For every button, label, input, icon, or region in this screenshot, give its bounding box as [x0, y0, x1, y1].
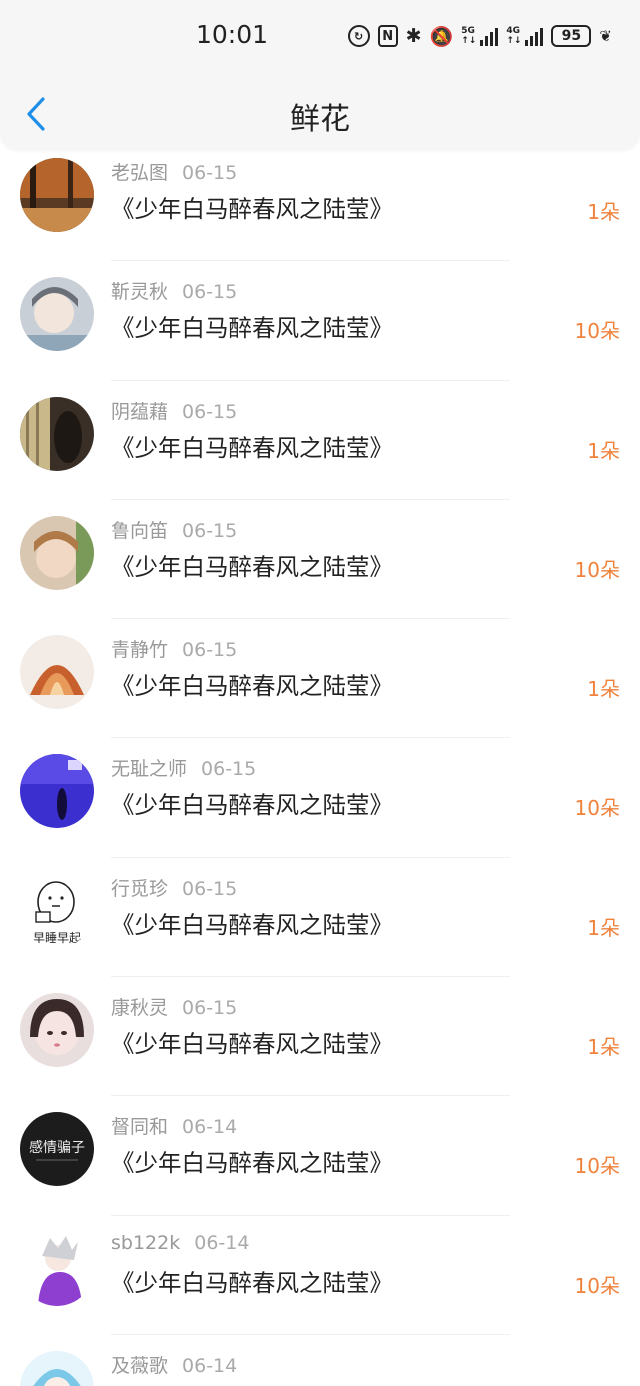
user-name[interactable]: 及薇歌	[111, 1355, 168, 1377]
date: 06-15	[182, 877, 238, 900]
user-name[interactable]: 行觅珍	[111, 878, 168, 900]
status-icons: ↻ N ✱ 🔕 5G ↑↓ 4G ↑↓ 95 ❦	[347, 22, 612, 50]
avatar[interactable]	[20, 277, 94, 352]
bluetooth-icon: ✱	[405, 25, 422, 47]
avatar[interactable]	[20, 993, 94, 1068]
flower-count: 1朵	[587, 915, 620, 940]
flower-count: 1朵	[587, 438, 620, 463]
user-name[interactable]: 靳灵秋	[111, 281, 168, 303]
flower-count: 10朵	[574, 1154, 620, 1179]
avatar[interactable]	[20, 635, 94, 710]
book-title[interactable]: 《少年白马醉春风之陆莹》	[111, 906, 393, 940]
network-4g-label: 4G ↑↓	[506, 26, 522, 46]
book-title[interactable]: 《少年白马醉春风之陆莹》	[111, 1264, 393, 1298]
book-title[interactable]: 《少年白马醉春风之陆莹》	[111, 190, 393, 224]
list-item[interactable]: 阴蕴藉 06-15 《少年白马醉春风之陆莹》 1朵	[0, 381, 640, 500]
avatar[interactable]	[20, 396, 94, 471]
avatar[interactable]	[20, 754, 94, 829]
date: 06-14	[182, 1116, 238, 1139]
date: 06-15	[182, 519, 238, 542]
date: 06-15	[182, 997, 238, 1020]
avatar[interactable]	[20, 1231, 94, 1306]
user-name[interactable]: sb122k	[111, 1232, 180, 1254]
avatar-caption: 感情骗子	[29, 1139, 85, 1156]
list-item[interactable]: sb122k 06-14 《少年白马醉春风之陆莹》 10朵	[0, 1216, 640, 1335]
avatar[interactable]	[20, 515, 94, 590]
avatar[interactable]	[20, 158, 94, 232]
list-item[interactable]: 感情骗子 督同和 06-14 《少年白马醉春风之陆莹》 10朵	[0, 1096, 640, 1216]
signal-4g-icon	[525, 26, 544, 46]
flower-count: 10朵	[574, 319, 620, 344]
battery-icon: 95	[551, 25, 592, 47]
list-item[interactable]: 鲁向笛 06-15 《少年白马醉春风之陆莹》 10朵	[0, 500, 640, 620]
user-name[interactable]: 无耻之师	[111, 758, 187, 780]
flower-list: 老弘图 06-15 《少年白马醉春风之陆莹》 1朵 靳灵秋 06-15 《少年白马醉…	[0, 150, 640, 1386]
user-name[interactable]: 阴蕴藉	[111, 401, 168, 423]
book-title[interactable]: 《少年白马醉春风之陆莹》	[111, 1025, 393, 1059]
user-name[interactable]: 青静竹	[111, 639, 168, 661]
list-item[interactable]: 青静竹 06-15 《少年白马醉春风之陆莹》 1朵	[0, 619, 640, 739]
user-name[interactable]: 鲁向笛	[111, 520, 168, 542]
book-title[interactable]: 《少年白马醉春风之陆莹》	[111, 429, 393, 463]
date: 06-14	[194, 1231, 250, 1254]
book-title[interactable]: 《少年白马醉春风之陆莹》	[111, 667, 393, 701]
list-item[interactable]: 老弘图 06-15 《少年白马醉春风之陆莹》 1朵	[0, 142, 640, 262]
date: 06-14	[182, 1354, 238, 1377]
avatar[interactable]	[20, 1350, 94, 1386]
flower-count: 1朵	[587, 677, 620, 702]
flower-count: 1朵	[587, 1035, 620, 1060]
list-item[interactable]: 无耻之师 06-15 《少年白马醉春风之陆莹》 10朵	[0, 738, 640, 858]
flower-count: 1朵	[587, 200, 620, 224]
network-5g-label: 5G ↑↓	[461, 26, 477, 46]
hd-call-icon: ↻	[347, 25, 370, 47]
user-name[interactable]: 康秋灵	[111, 997, 168, 1019]
page-title: 鲜花	[290, 102, 350, 137]
signal-5g-icon	[480, 26, 499, 46]
avatar[interactable]: 早睡早起	[20, 873, 94, 948]
book-title[interactable]: 《少年白马醉春风之陆莹》	[111, 1144, 393, 1178]
list-item[interactable]: 及薇歌 06-14	[0, 1335, 640, 1386]
date: 06-15	[182, 281, 238, 304]
date: 06-15	[182, 639, 238, 662]
mute-icon: 🔕	[429, 25, 454, 48]
list-item[interactable]: 靳灵秋 06-15 《少年白马醉春风之陆莹》 10朵	[0, 261, 640, 381]
leaf-icon: ❦	[599, 27, 612, 45]
list-item[interactable]: 康秋灵 06-15 《少年白马醉春风之陆莹》 1朵	[0, 977, 640, 1097]
flower-count: 10朵	[574, 796, 620, 821]
user-name[interactable]: 督同和	[111, 1116, 168, 1138]
book-title[interactable]: 《少年白马醉春风之陆莹》	[111, 309, 393, 343]
flower-count: 10朵	[574, 1273, 620, 1298]
flower-count: 10朵	[574, 557, 620, 582]
nfc-icon: N	[377, 25, 398, 47]
date: 06-15	[201, 758, 257, 781]
list-item[interactable]: 早睡早起 行觅珍 06-15 《少年白马醉春风之陆莹》 1朵	[0, 858, 640, 978]
avatar[interactable]: 感情骗子	[20, 1112, 94, 1187]
avatar-caption: 早睡早起	[33, 931, 81, 945]
user-name[interactable]: 老弘图	[111, 162, 168, 184]
book-title[interactable]: 《少年白马醉春风之陆莹》	[111, 548, 393, 582]
date: 06-15	[182, 400, 238, 423]
top-bar: 10:01 ↻ N ✱ 🔕 5G ↑↓ 4G ↑↓ 95 ❦ 鲜花	[0, 0, 640, 150]
status-time: 10:01	[196, 20, 269, 49]
book-title[interactable]: 《少年白马醉春风之陆莹》	[111, 786, 393, 820]
date: 06-15	[182, 162, 238, 184]
